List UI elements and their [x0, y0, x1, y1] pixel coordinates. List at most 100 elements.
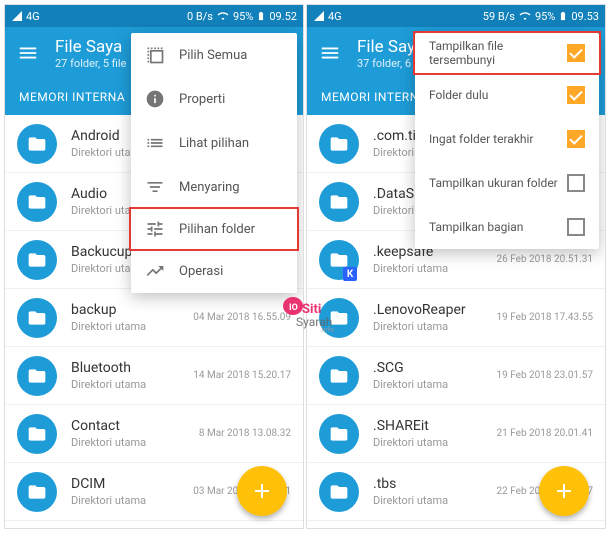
folder-row[interactable]: backup Direktori utama04 Mar 2018 16.55.0…: [5, 289, 303, 347]
speed-label: 59 B/s: [483, 10, 515, 23]
folder-icon: [17, 356, 57, 396]
wifi-icon: [518, 10, 532, 22]
battery-label: 95%: [233, 10, 253, 23]
folder-icon: [17, 298, 57, 338]
folder-row[interactable]: Bluetooth Direktori utama14 Mar 2018 15.2…: [5, 347, 303, 405]
menu-item-info[interactable]: Properti: [131, 77, 297, 121]
checkbox[interactable]: [567, 86, 585, 104]
folder-name: backup: [71, 302, 193, 318]
menu-label: Pilihan folder: [179, 222, 255, 237]
folder-options-menu: Tampilkan file tersembunyi Folder dulu Ing…: [415, 33, 599, 249]
folder-sub: Direktori utama: [71, 436, 199, 449]
option-label: Ingat folder terakhir: [429, 132, 567, 146]
network-label: 4G: [328, 10, 342, 23]
network-label: 4G: [26, 10, 40, 23]
folder-icon: [17, 182, 57, 222]
option-item[interactable]: Folder dulu: [415, 73, 599, 117]
folder-name: Bluetooth: [71, 360, 193, 376]
battery-icon: [256, 10, 266, 22]
plus-icon: [250, 479, 274, 503]
list-icon: [145, 133, 165, 153]
signal-icon: [313, 10, 325, 22]
folder-name: .SHAREit: [373, 418, 497, 434]
hamburger-icon[interactable]: [319, 42, 341, 64]
folder-date: 26 Feb 2018 20.51.31: [497, 254, 594, 265]
hamburger-icon[interactable]: [17, 42, 39, 64]
folder-name: .LenovoReaper: [373, 302, 497, 318]
folder-icon: [319, 240, 359, 280]
option-label: Tampilkan bagian: [429, 220, 567, 234]
folder-icon: [17, 240, 57, 280]
folder-sub: Direktori utama: [373, 436, 497, 449]
screen-right: 4G 59 B/s 95% 09.53 File Saya 37 folder,…: [306, 4, 606, 529]
menu-item-tune[interactable]: Pilihan folder: [129, 207, 299, 251]
folder-date: 8 Mar 2018 13.08.32: [199, 428, 291, 439]
status-bar: 4G 0 B/s 95% 09.52: [5, 5, 303, 27]
screen-left: 4G 0 B/s 95% 09.52 File Saya 27 folder, …: [4, 4, 304, 529]
folder-name: .tbs: [373, 476, 497, 492]
folder-date: 19 Feb 2018 23.01.57: [497, 370, 594, 381]
folder-icon: [17, 414, 57, 454]
menu-item-select[interactable]: Pilih Semua: [131, 33, 297, 77]
fab-add-button[interactable]: [237, 466, 287, 516]
folder-sub: Direktori utama: [373, 378, 497, 391]
select-icon: [145, 45, 165, 65]
menu-label: Pilih Semua: [179, 48, 247, 63]
menu-label: Operasi: [179, 264, 223, 279]
fab-add-button[interactable]: [539, 466, 589, 516]
folder-icon: [319, 124, 359, 164]
folder-date: 21 Feb 2018 20.01.41: [497, 428, 594, 439]
speed-label: 0 B/s: [187, 10, 213, 23]
folder-sub: Direktori utama: [373, 320, 497, 333]
folder-sub: Direktori utama: [373, 262, 497, 275]
option-item[interactable]: Tampilkan ukuran folder: [415, 161, 599, 205]
checkbox[interactable]: [567, 218, 585, 236]
menu-item-trend[interactable]: Operasi: [131, 249, 297, 293]
folder-sub: Direktori utama: [71, 494, 193, 507]
folder-sub: Direktori utama: [71, 320, 193, 333]
wifi-icon: [216, 10, 230, 22]
battery-icon: [558, 10, 568, 22]
folder-icon: [319, 472, 359, 512]
option-item[interactable]: Ingat folder terakhir: [415, 117, 599, 161]
folder-row[interactable]: Contact Direktori utama8 Mar 2018 13.08.3…: [5, 405, 303, 463]
folder-sub: Direktori utama: [373, 494, 497, 507]
folder-icon: [319, 356, 359, 396]
battery-label: 95%: [535, 10, 555, 23]
folder-icon: [17, 472, 57, 512]
folder-name: DCIM: [71, 476, 193, 492]
trend-icon: [145, 261, 165, 281]
folder-row[interactable]: .LenovoReaper Direktori utama19 Feb 2018 …: [307, 289, 605, 347]
option-item[interactable]: Tampilkan file tersembunyi: [413, 31, 601, 75]
folder-row[interactable]: DocumentDirektori utama08 Mar 2018 14.39…: [5, 521, 303, 529]
option-item[interactable]: Tampilkan bagian: [415, 205, 599, 249]
menu-label: Lihat pilihan: [179, 136, 249, 151]
folder-icon: [319, 182, 359, 222]
option-label: Tampilkan file tersembunyi: [429, 39, 567, 67]
option-label: Folder dulu: [429, 88, 567, 102]
filter-icon: [145, 177, 165, 197]
folder-name: Contact: [71, 418, 199, 434]
folder-row[interactable]: .SCG Direktori utama19 Feb 2018 23.01.57: [307, 347, 605, 405]
folder-icon: [319, 298, 359, 338]
folder-date: 19 Feb 2018 17.43.55: [497, 312, 594, 323]
checkbox[interactable]: [567, 130, 585, 148]
clock-label: 09.52: [269, 10, 297, 23]
checkbox[interactable]: [567, 44, 585, 62]
option-label: Tampilkan ukuran folder: [429, 176, 567, 190]
folder-date: 14 Mar 2018 15.20.17: [193, 370, 291, 381]
checkbox[interactable]: [567, 174, 585, 192]
info-icon: [145, 89, 165, 109]
menu-label: Properti: [179, 92, 225, 107]
folder-row[interactable]: .thumbnailsDirektori utama21 Mar 2018 09…: [307, 521, 605, 529]
clock-label: 09.53: [571, 10, 599, 23]
folder-sub: Direktori utama: [71, 378, 193, 391]
menu-item-list[interactable]: Lihat pilihan: [131, 121, 297, 165]
overflow-menu: Pilih Semua Properti Lihat pilihan Menyarin…: [131, 33, 297, 293]
folder-name: .SCG: [373, 360, 497, 376]
folder-date: 04 Mar 2018 16.55.09: [193, 312, 291, 323]
folder-row[interactable]: .SHAREit Direktori utama21 Feb 2018 20.01…: [307, 405, 605, 463]
folder-icon: [319, 414, 359, 454]
menu-item-filter[interactable]: Menyaring: [131, 165, 297, 209]
plus-icon: [552, 479, 576, 503]
